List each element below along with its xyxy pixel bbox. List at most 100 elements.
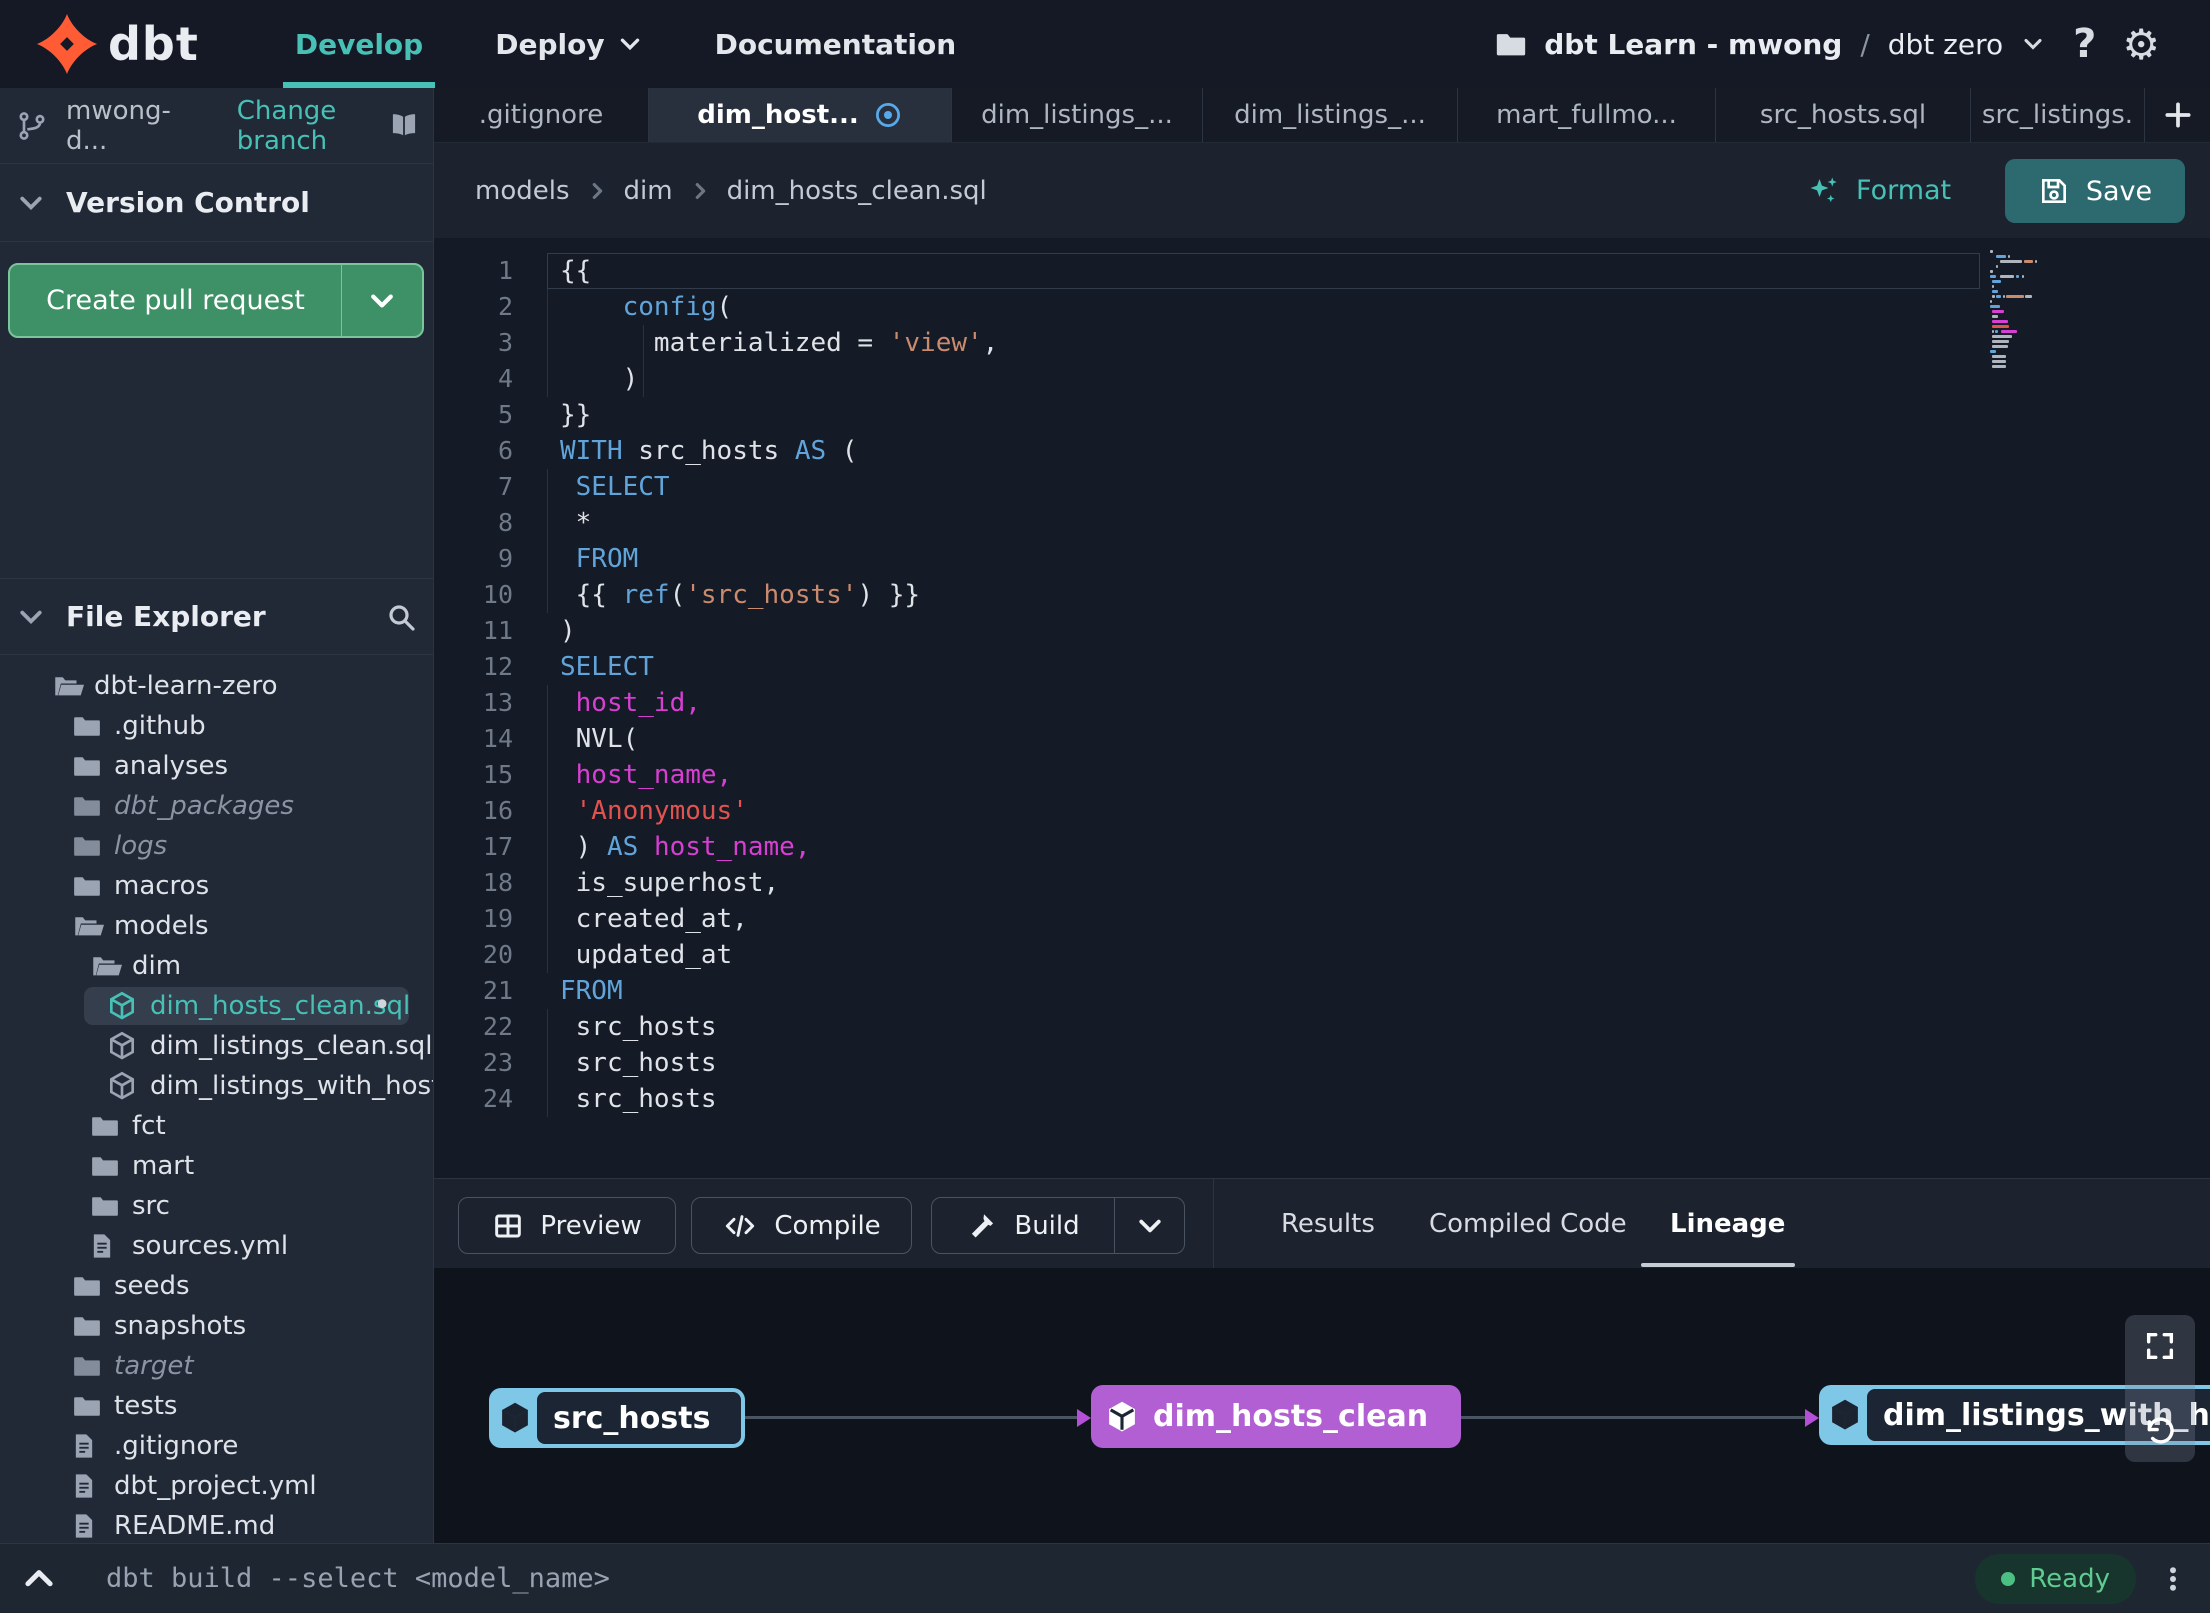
code-line-1[interactable]: 1 {{ xyxy=(434,253,2210,289)
file-explorer-title: File Explorer xyxy=(66,600,266,633)
reset-view-icon[interactable] xyxy=(2143,1414,2177,1448)
tree-item-target[interactable]: target xyxy=(0,1346,433,1386)
build-button[interactable]: Build xyxy=(931,1197,1185,1254)
tree-item-logs[interactable]: logs xyxy=(0,826,433,866)
code-line-8[interactable]: 8 * xyxy=(434,505,2210,541)
tree-item-snapshots[interactable]: snapshots xyxy=(0,1306,433,1346)
code-line-23[interactable]: 23 src_hosts xyxy=(434,1045,2210,1081)
settings-gear-icon[interactable]: ⚙ xyxy=(2122,20,2160,69)
tree-item-sources.yml[interactable]: sources.yml xyxy=(0,1226,433,1266)
code-line-text: host_id, xyxy=(575,688,701,718)
code-line-5[interactable]: 5}} xyxy=(434,397,2210,433)
create-pull-request-button[interactable]: Create pull request xyxy=(8,263,424,338)
editor-tab-dim_listings_...[interactable]: dim_listings_... xyxy=(952,88,1203,142)
lineage-node-src_hosts[interactable]: src_hosts xyxy=(489,1388,745,1448)
code-line-9[interactable]: 9 FROM xyxy=(434,541,2210,577)
code-line-15[interactable]: 15 host_name, xyxy=(434,757,2210,793)
docs-book-icon[interactable] xyxy=(383,108,425,144)
expand-console-chevron-icon[interactable] xyxy=(20,1560,58,1598)
tree-item-dim_listings_clean.sql[interactable]: dim_listings_clean.sql xyxy=(0,1026,433,1066)
folder-icon xyxy=(70,1311,104,1341)
version-control-header[interactable]: Version Control xyxy=(0,164,433,242)
format-button[interactable]: Format xyxy=(1806,143,1951,238)
breadcrumb-item[interactable]: dim xyxy=(624,176,673,206)
project-selector[interactable]: dbt Learn - mwong / dbt zero xyxy=(1494,27,2047,61)
code-line-21[interactable]: 21 FROM xyxy=(434,973,2210,1009)
code-line-17[interactable]: 17 ) AS host_name, xyxy=(434,829,2210,865)
code-line-18[interactable]: 18 is_superhost, xyxy=(434,865,2210,901)
tree-item-src[interactable]: src xyxy=(0,1186,433,1226)
code-line-20[interactable]: 20 updated_at xyxy=(434,937,2210,973)
create-pull-request-label[interactable]: Create pull request xyxy=(10,265,342,336)
nav-item-deploy[interactable]: Deploy xyxy=(459,0,678,88)
panel-tab-lineage[interactable]: Lineage xyxy=(1670,1179,1785,1268)
code-line-22[interactable]: 22 src_hosts xyxy=(434,1009,2210,1045)
panel-tab-results[interactable]: Results xyxy=(1281,1179,1375,1268)
code-line-12[interactable]: 12 SELECT xyxy=(434,649,2210,685)
minimap-segment xyxy=(1991,290,1998,293)
nav-item-documentation[interactable]: Documentation xyxy=(679,0,993,88)
code-line-19[interactable]: 19 created_at, xyxy=(434,901,2210,937)
code-line-7[interactable]: 7 SELECT xyxy=(434,469,2210,505)
file-explorer-header[interactable]: File Explorer xyxy=(0,578,433,655)
tree-item-dbt-learn-zero[interactable]: dbt-learn-zero xyxy=(0,666,433,706)
tree-item-macros[interactable]: macros xyxy=(0,866,433,906)
tree-item-dim_hosts_clean.sql[interactable]: dim_hosts_clean.sql • xyxy=(0,986,433,1026)
folder-icon xyxy=(70,791,104,821)
code-line-24[interactable]: 24 src_hosts xyxy=(434,1081,2210,1117)
tree-item-analyses[interactable]: analyses xyxy=(0,746,433,786)
editor-tab-mart_fullmo...[interactable]: mart_fullmo... xyxy=(1458,88,1716,142)
code-editor[interactable]: 1{{2 config(3 materialized = 'view', 4 ) 5… xyxy=(434,238,2210,1178)
kebab-menu-icon[interactable] xyxy=(2158,1562,2188,1596)
command-input[interactable]: dbt build --select <model_name> xyxy=(106,1563,610,1594)
tree-item-models[interactable]: models xyxy=(0,906,433,946)
code-line-text: 'Anonymous' xyxy=(575,796,748,826)
preview-button[interactable]: Preview xyxy=(458,1197,676,1254)
code-line-14[interactable]: 14 NVL( xyxy=(434,721,2210,757)
lineage-canvas[interactable]: src_hosts dim_hosts_clean dim_listings_wit… xyxy=(434,1268,2210,1543)
code-line-4[interactable]: 4 ) xyxy=(434,361,2210,397)
fullscreen-icon[interactable] xyxy=(2143,1329,2177,1363)
tree-item-dbt_packages[interactable]: dbt_packages xyxy=(0,786,433,826)
panel-tab-compiled-code[interactable]: Compiled Code xyxy=(1429,1179,1627,1268)
tree-item-.github[interactable]: .github xyxy=(0,706,433,746)
tree-item-dim[interactable]: dim xyxy=(0,946,433,986)
folder-icon xyxy=(88,1191,122,1221)
status-badge[interactable]: Ready xyxy=(1975,1553,2136,1604)
search-icon[interactable] xyxy=(385,601,417,633)
new-tab-plus-icon[interactable] xyxy=(2145,88,2210,142)
tree-item-dim_listings_with_hosts...[interactable]: dim_listings_with_hosts... xyxy=(0,1066,433,1106)
dbt-logo[interactable]: dbt xyxy=(36,13,199,75)
tree-item-dbt_project.yml[interactable]: dbt_project.yml xyxy=(0,1466,433,1506)
code-line-10[interactable]: 10 {{ ref('src_hosts') }} xyxy=(434,577,2210,613)
editor-tab-.gitignore[interactable]: .gitignore xyxy=(434,88,649,142)
tree-item-tests[interactable]: tests xyxy=(0,1386,433,1426)
nav-item-develop[interactable]: Develop xyxy=(259,0,459,88)
build-dropdown-caret[interactable] xyxy=(1114,1198,1184,1253)
code-line-2[interactable]: 2 config( xyxy=(434,289,2210,325)
code-line-16[interactable]: 16 'Anonymous' xyxy=(434,793,2210,829)
line-number: 4 xyxy=(497,364,513,393)
tree-item-mart[interactable]: mart xyxy=(0,1146,433,1186)
create-pr-dropdown-caret[interactable] xyxy=(342,265,422,336)
code-line-11[interactable]: 11) xyxy=(434,613,2210,649)
breadcrumb-item[interactable]: dim_hosts_clean.sql xyxy=(727,176,987,206)
editor-tab-dim_listings_...[interactable]: dim_listings_... xyxy=(1203,88,1458,142)
editor-tab-dim_host...[interactable]: dim_host... xyxy=(649,88,952,142)
compile-button[interactable]: Compile xyxy=(691,1197,912,1254)
editor-tab-src_hosts.sql[interactable]: src_hosts.sql xyxy=(1716,88,1971,142)
code-line-3[interactable]: 3 materialized = 'view', xyxy=(434,325,2210,361)
code-line-13[interactable]: 13 host_id, xyxy=(434,685,2210,721)
lineage-node-dim_hosts_clean[interactable]: dim_hosts_clean xyxy=(1091,1385,1461,1448)
tree-item-.gitignore[interactable]: .gitignore xyxy=(0,1426,433,1466)
tree-item-readme.md[interactable]: README.md xyxy=(0,1506,433,1543)
unsaved-indicator-icon[interactable] xyxy=(873,100,903,130)
help-icon[interactable]: ? xyxy=(2073,21,2096,67)
folder-icon xyxy=(88,1111,122,1141)
tree-item-seeds[interactable]: seeds xyxy=(0,1266,433,1306)
breadcrumb-item[interactable]: models xyxy=(475,176,570,206)
tree-item-fct[interactable]: fct xyxy=(0,1106,433,1146)
save-button[interactable]: Save xyxy=(2005,159,2185,223)
editor-tab-src_listings.[interactable]: src_listings. xyxy=(1971,88,2145,142)
code-line-6[interactable]: 6 WITH src_hosts AS ( xyxy=(434,433,2210,469)
